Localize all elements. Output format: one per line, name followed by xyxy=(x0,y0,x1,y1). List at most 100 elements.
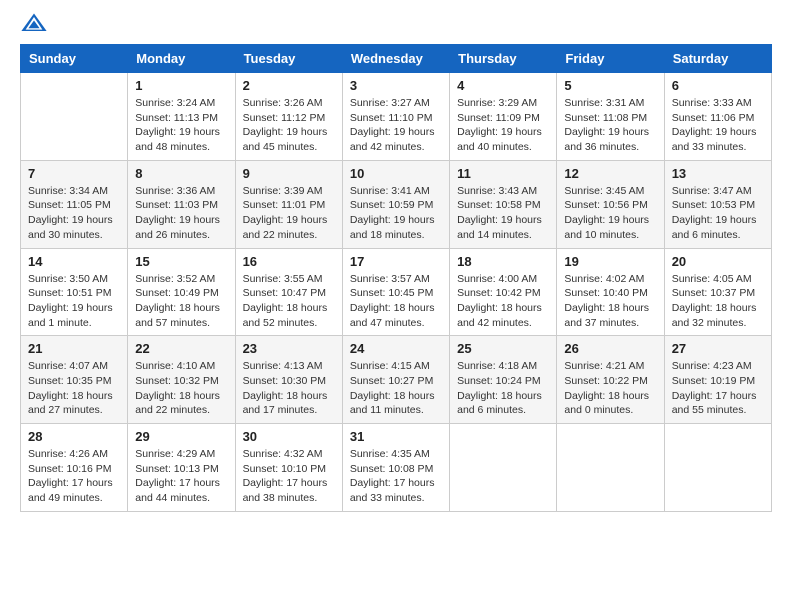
calendar-cell xyxy=(664,424,771,512)
calendar-table: SundayMondayTuesdayWednesdayThursdayFrid… xyxy=(20,44,772,512)
calendar-cell: 8 Sunrise: 3:36 AM Sunset: 11:03 PM Dayli… xyxy=(128,160,235,248)
day-number: 25 xyxy=(457,341,549,356)
day-number: 2 xyxy=(243,78,335,93)
day-info: Sunrise: 3:24 AM Sunset: 11:13 PM Daylig… xyxy=(135,96,227,155)
logo-icon xyxy=(20,10,48,38)
day-number: 10 xyxy=(350,166,442,181)
calendar-cell: 6 Sunrise: 3:33 AM Sunset: 11:06 PM Dayli… xyxy=(664,73,771,161)
calendar-cell: 29 Sunrise: 4:29 AM Sunset: 10:13 PM Dayl… xyxy=(128,424,235,512)
day-number: 5 xyxy=(564,78,656,93)
weekday-header: Tuesday xyxy=(235,45,342,73)
day-info: Sunrise: 3:33 AM Sunset: 11:06 PM Daylig… xyxy=(672,96,764,155)
weekday-header: Friday xyxy=(557,45,664,73)
calendar-cell: 10 Sunrise: 3:41 AM Sunset: 10:59 PM Dayl… xyxy=(342,160,449,248)
day-info: Sunrise: 4:32 AM Sunset: 10:10 PM Daylig… xyxy=(243,447,335,506)
day-info: Sunrise: 3:31 AM Sunset: 11:08 PM Daylig… xyxy=(564,96,656,155)
calendar-cell: 12 Sunrise: 3:45 AM Sunset: 10:56 PM Dayl… xyxy=(557,160,664,248)
day-number: 4 xyxy=(457,78,549,93)
day-number: 21 xyxy=(28,341,120,356)
day-info: Sunrise: 3:55 AM Sunset: 10:47 PM Daylig… xyxy=(243,272,335,331)
day-number: 12 xyxy=(564,166,656,181)
day-info: Sunrise: 4:02 AM Sunset: 10:40 PM Daylig… xyxy=(564,272,656,331)
calendar-week-row: 28Sunrise: 4:26 AM Sunset: 10:16 PM Dayl… xyxy=(21,424,772,512)
calendar-cell: 24 Sunrise: 4:15 AM Sunset: 10:27 PM Dayl… xyxy=(342,336,449,424)
weekday-header: Saturday xyxy=(664,45,771,73)
calendar-cell xyxy=(21,73,128,161)
weekday-header: Thursday xyxy=(450,45,557,73)
day-number: 16 xyxy=(243,254,335,269)
day-info: Sunrise: 3:47 AM Sunset: 10:53 PM Daylig… xyxy=(672,184,764,243)
day-info: Sunrise: 4:05 AM Sunset: 10:37 PM Daylig… xyxy=(672,272,764,331)
calendar-cell: 31 Sunrise: 4:35 AM Sunset: 10:08 PM Dayl… xyxy=(342,424,449,512)
calendar-cell: 21 Sunrise: 4:07 AM Sunset: 10:35 PM Dayl… xyxy=(21,336,128,424)
day-info: Sunrise: 4:15 AM Sunset: 10:27 PM Daylig… xyxy=(350,359,442,418)
calendar-cell: 30 Sunrise: 4:32 AM Sunset: 10:10 PM Dayl… xyxy=(235,424,342,512)
calendar-week-row: 21 Sunrise: 4:07 AM Sunset: 10:35 PM Dayl… xyxy=(21,336,772,424)
day-info: Sunrise: 3:26 AM Sunset: 11:12 PM Daylig… xyxy=(243,96,335,155)
day-info: Sunrise: 4:00 AM Sunset: 10:42 PM Daylig… xyxy=(457,272,549,331)
calendar-cell: 3 Sunrise: 3:27 AM Sunset: 11:10 PM Dayli… xyxy=(342,73,449,161)
day-number: 6 xyxy=(672,78,764,93)
day-number: 15 xyxy=(135,254,227,269)
day-number: 13 xyxy=(672,166,764,181)
day-number: 18 xyxy=(457,254,549,269)
day-number: 7 xyxy=(28,166,120,181)
day-info: Sunrise: 3:36 AM Sunset: 11:03 PM Daylig… xyxy=(135,184,227,243)
day-info: Sunrise: 4:13 AM Sunset: 10:30 PM Daylig… xyxy=(243,359,335,418)
day-info: Sunrise: 3:41 AM Sunset: 10:59 PM Daylig… xyxy=(350,184,442,243)
day-number: 31 xyxy=(350,429,442,444)
day-info: Sunrise: 3:57 AM Sunset: 10:45 PM Daylig… xyxy=(350,272,442,331)
day-number: 19 xyxy=(564,254,656,269)
calendar-cell: 28Sunrise: 4:26 AM Sunset: 10:16 PM Dayl… xyxy=(21,424,128,512)
day-info: Sunrise: 4:07 AM Sunset: 10:35 PM Daylig… xyxy=(28,359,120,418)
calendar-cell: 2 Sunrise: 3:26 AM Sunset: 11:12 PM Dayli… xyxy=(235,73,342,161)
day-number: 3 xyxy=(350,78,442,93)
day-number: 17 xyxy=(350,254,442,269)
calendar-cell: 1Sunrise: 3:24 AM Sunset: 11:13 PM Dayli… xyxy=(128,73,235,161)
calendar-cell: 14Sunrise: 3:50 AM Sunset: 10:51 PM Dayl… xyxy=(21,248,128,336)
day-info: Sunrise: 3:43 AM Sunset: 10:58 PM Daylig… xyxy=(457,184,549,243)
day-number: 8 xyxy=(135,166,227,181)
day-number: 23 xyxy=(243,341,335,356)
calendar-cell: 18 Sunrise: 4:00 AM Sunset: 10:42 PM Dayl… xyxy=(450,248,557,336)
day-info: Sunrise: 3:45 AM Sunset: 10:56 PM Daylig… xyxy=(564,184,656,243)
calendar-week-row: 14Sunrise: 3:50 AM Sunset: 10:51 PM Dayl… xyxy=(21,248,772,336)
day-number: 27 xyxy=(672,341,764,356)
day-number: 11 xyxy=(457,166,549,181)
calendar-cell: 5 Sunrise: 3:31 AM Sunset: 11:08 PM Dayli… xyxy=(557,73,664,161)
weekday-header-row: SundayMondayTuesdayWednesdayThursdayFrid… xyxy=(21,45,772,73)
day-info: Sunrise: 4:35 AM Sunset: 10:08 PM Daylig… xyxy=(350,447,442,506)
day-number: 20 xyxy=(672,254,764,269)
day-number: 24 xyxy=(350,341,442,356)
day-number: 9 xyxy=(243,166,335,181)
day-number: 30 xyxy=(243,429,335,444)
weekday-header: Wednesday xyxy=(342,45,449,73)
day-info: Sunrise: 4:23 AM Sunset: 10:19 PM Daylig… xyxy=(672,359,764,418)
calendar-cell: 7 Sunrise: 3:34 AM Sunset: 11:05 PM Dayli… xyxy=(21,160,128,248)
calendar-cell: 23 Sunrise: 4:13 AM Sunset: 10:30 PM Dayl… xyxy=(235,336,342,424)
calendar-week-row: 1Sunrise: 3:24 AM Sunset: 11:13 PM Dayli… xyxy=(21,73,772,161)
calendar-cell: 4 Sunrise: 3:29 AM Sunset: 11:09 PM Dayli… xyxy=(450,73,557,161)
calendar-cell: 27 Sunrise: 4:23 AM Sunset: 10:19 PM Dayl… xyxy=(664,336,771,424)
calendar-cell: 25 Sunrise: 4:18 AM Sunset: 10:24 PM Dayl… xyxy=(450,336,557,424)
weekday-header: Sunday xyxy=(21,45,128,73)
weekday-header: Monday xyxy=(128,45,235,73)
calendar-cell: 9Sunrise: 3:39 AM Sunset: 11:01 PM Dayli… xyxy=(235,160,342,248)
day-number: 22 xyxy=(135,341,227,356)
calendar-cell: 26Sunrise: 4:21 AM Sunset: 10:22 PM Dayl… xyxy=(557,336,664,424)
day-info: Sunrise: 3:29 AM Sunset: 11:09 PM Daylig… xyxy=(457,96,549,155)
calendar-cell xyxy=(557,424,664,512)
page-header xyxy=(20,10,772,38)
day-info: Sunrise: 4:29 AM Sunset: 10:13 PM Daylig… xyxy=(135,447,227,506)
day-number: 28 xyxy=(28,429,120,444)
day-number: 29 xyxy=(135,429,227,444)
logo xyxy=(20,10,52,38)
day-info: Sunrise: 3:27 AM Sunset: 11:10 PM Daylig… xyxy=(350,96,442,155)
calendar-cell: 22Sunrise: 4:10 AM Sunset: 10:32 PM Dayl… xyxy=(128,336,235,424)
calendar-cell: 20 Sunrise: 4:05 AM Sunset: 10:37 PM Dayl… xyxy=(664,248,771,336)
day-info: Sunrise: 3:34 AM Sunset: 11:05 PM Daylig… xyxy=(28,184,120,243)
calendar-cell: 17 Sunrise: 3:57 AM Sunset: 10:45 PM Dayl… xyxy=(342,248,449,336)
day-info: Sunrise: 4:18 AM Sunset: 10:24 PM Daylig… xyxy=(457,359,549,418)
day-number: 26 xyxy=(564,341,656,356)
day-info: Sunrise: 3:52 AM Sunset: 10:49 PM Daylig… xyxy=(135,272,227,331)
